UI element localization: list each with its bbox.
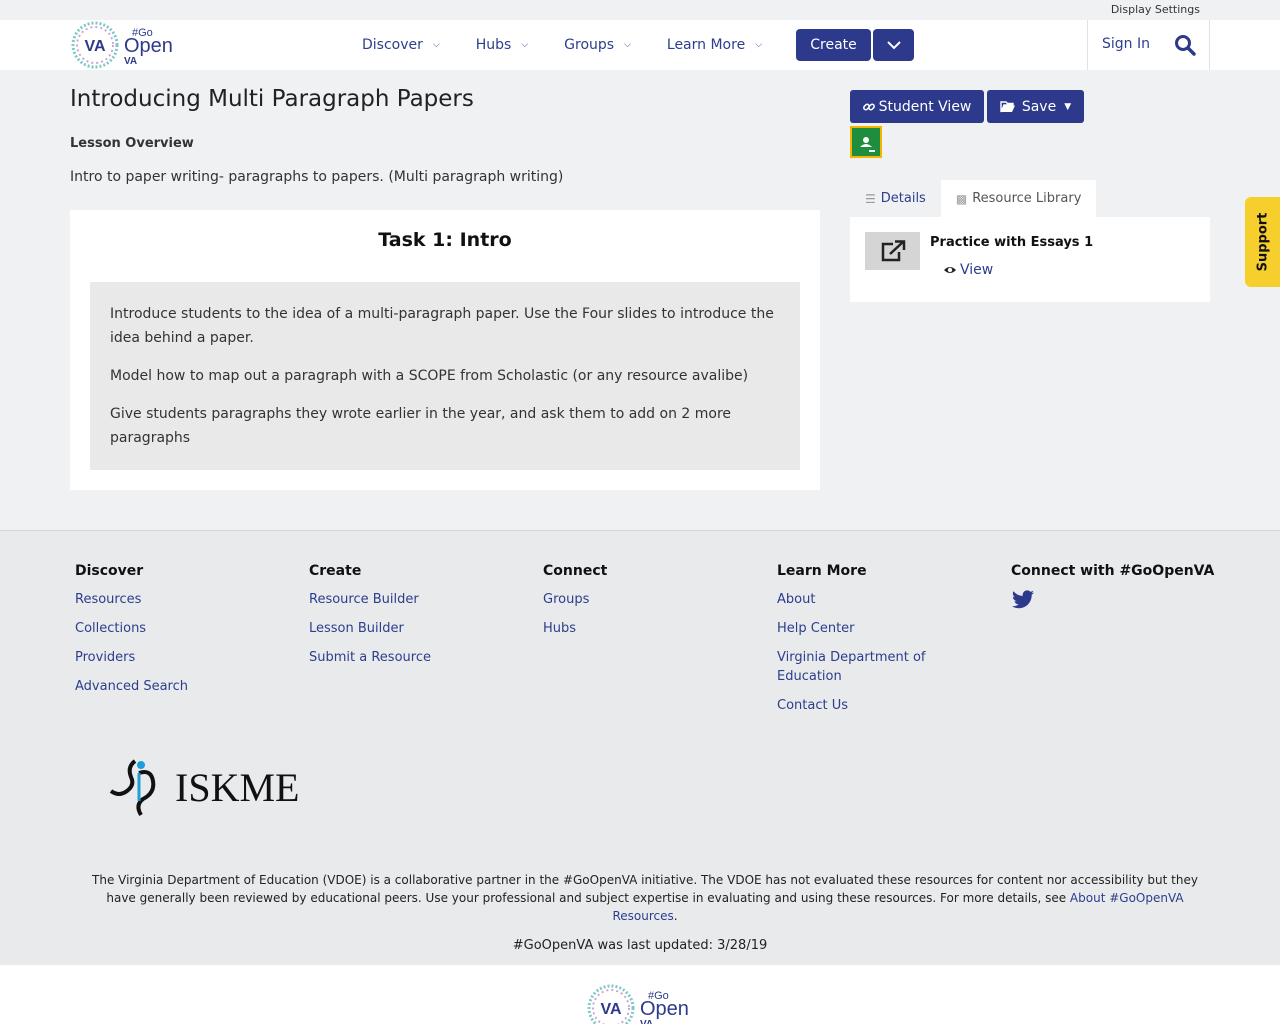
task-card: Task 1: Intro Introduce students to the …	[70, 210, 820, 490]
folder-open-icon	[1000, 100, 1015, 112]
caret-down-icon: ▼	[1064, 101, 1072, 112]
list-icon: ☰	[865, 191, 876, 206]
resource-thumbnail[interactable]	[865, 232, 920, 270]
nav-label: Hubs	[475, 37, 512, 53]
nav-hubs[interactable]: Hubs ⌵	[476, 37, 528, 53]
footer-link-resource-builder[interactable]: Resource Builder	[309, 590, 431, 609]
iskme-logo[interactable]: ISKME	[105, 751, 305, 819]
footer-link-resources[interactable]: Resources	[75, 590, 188, 609]
chevron-down-icon: ⌵	[521, 40, 529, 50]
nav-groups[interactable]: Groups ⌵	[564, 37, 631, 53]
google-classroom-icon	[855, 132, 877, 152]
logo-va: VA	[600, 1001, 621, 1018]
footer-heading: Discover	[75, 563, 144, 579]
task-body: Introduce students to the idea of a mult…	[90, 282, 800, 470]
tab-label: Details	[880, 191, 926, 206]
disclaimer-text: The Virginia Department of Education (VD…	[92, 873, 1198, 905]
logo-open: Open	[124, 35, 173, 57]
footer-column-connect: Connect Groups Hubs	[543, 563, 607, 648]
footer-heading: Connect	[543, 563, 608, 579]
lesson-overview-label: Lesson Overview	[70, 136, 194, 151]
last-updated: #GoOpenVA was last updated: 3/28/19	[512, 938, 768, 953]
resource-view-link[interactable]: View	[943, 262, 993, 278]
display-settings-link[interactable]: Display Settings	[1111, 3, 1200, 16]
site-header: VA #Go Open VA Discover ⌵ Hubs ⌵ Groups ⌵ L…	[0, 20, 1280, 70]
iskme-text: ISKME	[175, 765, 299, 810]
footer-link-vdoe[interactable]: Virginia Department of Education	[777, 648, 947, 686]
goopenva-footer-logo[interactable]: VA #Go Open VA	[586, 983, 696, 1024]
eye-icon	[944, 267, 956, 273]
link-icon	[862, 103, 875, 110]
external-link-icon	[881, 240, 905, 262]
footer-column-create: Create Resource Builder Lesson Builder S…	[309, 563, 431, 677]
save-label: Save	[1021, 98, 1057, 115]
tab-details[interactable]: ☰ Details	[850, 180, 941, 217]
task-paragraph: Model how to map out a paragraph with a …	[110, 368, 749, 384]
task-title: Task 1: Intro	[378, 229, 512, 251]
footer-column-discover: Discover Resources Collections Providers…	[75, 563, 188, 706]
logo-va: VA	[84, 38, 105, 55]
view-label: View	[960, 262, 994, 278]
footer-link-contact-us[interactable]: Contact Us	[777, 696, 947, 715]
task-paragraph: Give students paragraphs they wrote earl…	[110, 406, 732, 446]
logo-open: Open	[640, 998, 689, 1020]
footer-link-help-center[interactable]: Help Center	[777, 619, 947, 638]
chevron-down-icon	[886, 41, 901, 50]
vdoe-disclaimer: The Virginia Department of Education (VD…	[80, 871, 1210, 925]
create-dropdown-button[interactable]	[873, 29, 914, 61]
logo-va-small: VA	[124, 56, 137, 67]
nav-learn-more[interactable]: Learn More ⌵	[667, 37, 762, 53]
main-nav: Discover ⌵ Hubs ⌵ Groups ⌵ Learn More ⌵	[362, 20, 798, 70]
site-footer: Discover Resources Collections Providers…	[0, 530, 1280, 965]
save-button[interactable]: Save ▼	[987, 90, 1084, 123]
footer-link-lesson-builder[interactable]: Lesson Builder	[309, 619, 431, 638]
sidebar-tabs: ☰ Details ▩ Resource Library	[850, 180, 1097, 217]
footer-logo-band: VA #Go Open VA	[0, 965, 1280, 1024]
goopenva-logo[interactable]: VA #Go Open VA	[70, 20, 180, 70]
disclaimer-end: .	[673, 909, 678, 923]
footer-link-advanced-search[interactable]: Advanced Search	[75, 677, 188, 696]
nav-discover[interactable]: Discover ⌵	[362, 37, 440, 53]
nav-label: Learn More	[666, 37, 746, 53]
nav-label: Discover	[362, 37, 423, 53]
footer-link-about[interactable]: About	[777, 590, 947, 609]
support-label: Support	[1255, 212, 1270, 272]
student-view-label: Student View	[878, 98, 972, 115]
page-title: Introducing Multi Paragraph Papers	[70, 86, 474, 112]
footer-link-hubs[interactable]: Hubs	[543, 619, 607, 638]
resource-title[interactable]: Practice with Essays 1	[930, 235, 1093, 250]
google-classroom-button[interactable]	[850, 126, 882, 158]
footer-link-collections[interactable]: Collections	[75, 619, 188, 638]
student-view-button[interactable]: Student View	[850, 90, 984, 123]
resource-library-panel: Practice with Essays 1 View	[850, 217, 1210, 302]
account-area: Sign In	[1087, 20, 1210, 70]
logo-va-small: VA	[640, 1019, 653, 1024]
footer-link-providers[interactable]: Providers	[75, 648, 188, 667]
footer-heading: Learn More	[777, 563, 867, 579]
twitter-icon[interactable]	[1011, 590, 1035, 610]
footer-heading: Connect with #GoOpenVA	[1011, 563, 1215, 579]
footer-heading: Create	[309, 563, 362, 579]
tab-resource-library[interactable]: ▩ Resource Library	[940, 180, 1097, 217]
footer-column-learn-more: Learn More About Help Center Virginia De…	[777, 563, 947, 725]
support-tab[interactable]: Support	[1245, 197, 1280, 287]
chevron-down-icon: ⌵	[624, 40, 631, 50]
create-button[interactable]: Create	[796, 29, 871, 61]
utility-bar: Display Settings	[0, 0, 1280, 20]
footer-link-groups[interactable]: Groups	[543, 590, 607, 609]
footer-column-social: Connect with #GoOpenVA	[1011, 563, 1214, 614]
chevron-down-icon: ⌵	[755, 40, 763, 50]
chevron-down-icon: ⌵	[432, 40, 440, 50]
task-paragraph: Introduce students to the idea of a mult…	[110, 306, 774, 346]
sign-in-link[interactable]: Sign In	[1102, 36, 1150, 52]
nav-label: Groups	[564, 37, 615, 53]
search-icon[interactable]	[1174, 34, 1196, 56]
footer-link-submit-resource[interactable]: Submit a Resource	[309, 648, 431, 667]
lesson-overview-text: Intro to paper writing- paragraphs to pa…	[70, 169, 564, 185]
book-icon: ▩	[955, 191, 968, 206]
tab-label: Resource Library	[972, 191, 1082, 206]
